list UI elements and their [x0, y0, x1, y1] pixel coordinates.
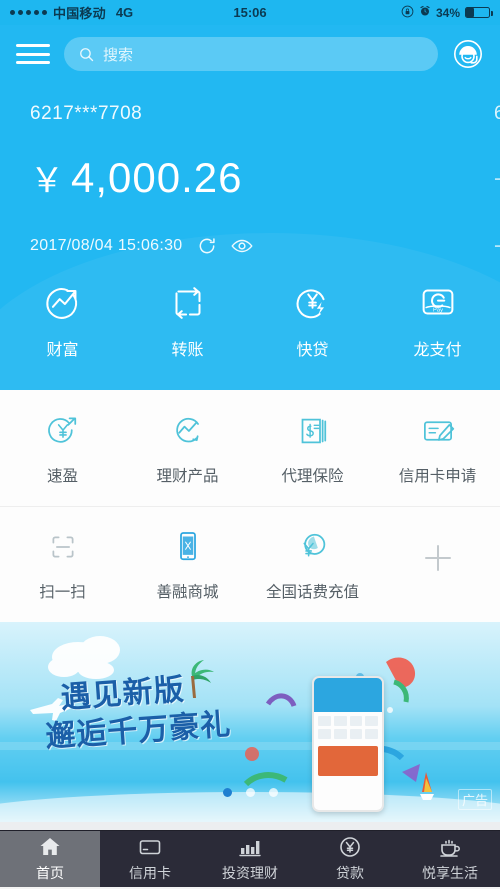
- quick-loan-icon: [290, 280, 336, 326]
- carousel-dot-2[interactable]: [245, 788, 255, 797]
- tab-loan[interactable]: 贷款: [300, 831, 400, 887]
- status-bar-right: 34%: [401, 5, 493, 21]
- search-placeholder: 搜索: [103, 46, 134, 64]
- credit-card-apply-icon: [417, 410, 459, 452]
- balance-amount: 4,000.26: [71, 154, 243, 201]
- tab-label: 投资理财: [222, 865, 278, 881]
- quick-action-label: 转账: [171, 342, 204, 359]
- banner-title: 遇见新版 邂逅千万豪礼: [44, 668, 233, 755]
- service-item-label: 信用卡申请: [398, 467, 477, 485]
- service-item-suying[interactable]: 速盈: [0, 410, 125, 486]
- status-bar: 中国移动 4G 15:06 34%: [0, 0, 500, 25]
- quick-action-transfer[interactable]: 转账: [125, 280, 250, 360]
- tab-lifestyle[interactable]: 悦享生活: [400, 831, 500, 887]
- account-panel: 6217***7708 ￥ 4,000.26 2017/08/04 15:06:3…: [0, 83, 500, 390]
- banner-carousel-dots[interactable]: [0, 788, 500, 797]
- lock-icon: [401, 5, 414, 21]
- search-input[interactable]: 搜索: [64, 37, 438, 71]
- service-grid-row: 扫一扫 善融商城 全国话费充值: [0, 505, 500, 623]
- customer-service-icon[interactable]: [452, 38, 484, 70]
- tab-home[interactable]: 首页: [0, 831, 100, 887]
- service-item-credit-card-apply[interactable]: 信用卡申请: [375, 410, 500, 486]
- banner-decoration-art-left: [243, 693, 297, 787]
- service-item-insurance[interactable]: 代理保险: [250, 410, 375, 486]
- insurance-icon: [292, 410, 334, 452]
- wealth-product-icon: [167, 410, 209, 452]
- quick-action-label: 财富: [46, 342, 79, 359]
- svg-text:Pay: Pay: [433, 308, 443, 314]
- long-pay-icon: Pay: [415, 280, 461, 326]
- balance-timestamp: 2017/08/04 15:06:30: [30, 237, 183, 254]
- currency-symbol: ￥: [30, 162, 65, 200]
- tab-label: 信用卡: [129, 865, 171, 881]
- shanrong-mall-icon: [167, 526, 209, 568]
- battery-icon: [465, 7, 493, 18]
- home-icon: [38, 835, 62, 859]
- quick-action-label: 龙支付: [413, 342, 462, 359]
- account-balance: ￥ 4,000.26: [30, 153, 450, 202]
- tab-label: 贷款: [336, 865, 364, 881]
- service-item-label: 速盈: [46, 467, 78, 485]
- refresh-icon[interactable]: [197, 236, 217, 256]
- quick-action-long-pay[interactable]: Pay 龙支付: [375, 280, 500, 360]
- next-card-timestamp: - -: [494, 232, 500, 258]
- scan-qr-icon: [42, 526, 84, 568]
- carousel-dot-3[interactable]: [268, 788, 278, 797]
- quick-actions-row: 财富 转账 快贷 Pay 龙支付: [0, 280, 500, 360]
- credit-card-icon: [138, 835, 162, 859]
- service-item-phone-recharge[interactable]: 全国话费充值: [250, 526, 375, 602]
- tab-credit-card[interactable]: 信用卡: [100, 831, 200, 887]
- service-item-label: 扫一扫: [39, 584, 86, 602]
- next-card-number: 622: [494, 103, 500, 124]
- service-grid: 速盈 理财产品 代理保险 信用卡申请 扫一扫 善融商城 全国话费充值: [0, 390, 500, 622]
- su-ying-icon: [42, 410, 84, 452]
- transfer-loop-icon: [165, 280, 211, 326]
- loan-yen-icon: [338, 835, 362, 859]
- investment-bars-icon: [238, 835, 262, 859]
- service-item-label: 善融商城: [156, 584, 219, 602]
- banner-title-line1: 遇见新版: [59, 672, 186, 716]
- eye-icon[interactable]: [230, 236, 253, 256]
- phone-recharge-icon: [292, 526, 334, 568]
- promo-banner[interactable]: 遇见新版 邂逅千万豪礼 广告: [0, 622, 500, 822]
- card-number: 6217***7708: [30, 103, 143, 124]
- alarm-icon: [419, 5, 431, 20]
- wealth-trend-icon: [40, 280, 86, 326]
- quick-action-wealth[interactable]: 财富: [0, 280, 125, 360]
- next-card-balance: - -: [494, 165, 500, 190]
- bottom-spacer: [0, 822, 500, 830]
- account-meta: 2017/08/04 15:06:30: [30, 236, 450, 256]
- ad-label: 广告: [457, 789, 492, 810]
- service-item-wealth-product[interactable]: 理财产品: [125, 410, 250, 486]
- service-item-label: 理财产品: [156, 467, 219, 485]
- quick-action-label: 快贷: [296, 342, 329, 359]
- lifestyle-cup-icon: [438, 835, 462, 859]
- add-plus-icon: [421, 541, 455, 575]
- service-item-label: 代理保险: [281, 467, 344, 485]
- service-item-scan[interactable]: 扫一扫: [0, 526, 125, 602]
- account-card-next[interactable]: 622 - - - -: [480, 83, 500, 258]
- battery-percent-label: 34%: [435, 5, 460, 20]
- app-root: 中国移动 4G 15:06 34% 搜索 6217***7708 ￥ 4,000…: [0, 0, 500, 889]
- search-icon: [80, 47, 94, 61]
- tab-label: 首页: [36, 865, 64, 881]
- service-item-add[interactable]: [375, 541, 500, 587]
- hamburger-menu-icon[interactable]: [16, 42, 50, 66]
- tab-investment[interactable]: 投资理财: [200, 831, 300, 887]
- service-item-label: 全国话费充值: [265, 584, 359, 602]
- account-card[interactable]: 6217***7708 ￥ 4,000.26 2017/08/04 15:06:3…: [0, 83, 480, 258]
- carousel-dot-1[interactable]: [222, 788, 232, 797]
- service-item-shanrong-mall[interactable]: 善融商城: [125, 526, 250, 602]
- app-header: 搜索: [0, 25, 500, 83]
- service-grid-row: 速盈 理财产品 代理保险 信用卡申请: [0, 390, 500, 506]
- tab-label: 悦享生活: [422, 865, 478, 881]
- account-card-carousel[interactable]: 6217***7708 ￥ 4,000.26 2017/08/04 15:06:3…: [0, 83, 500, 258]
- quick-action-quick-loan[interactable]: 快贷: [250, 280, 375, 360]
- bottom-tab-bar: 首页 信用卡 投资理财 贷款 悦享生活: [0, 830, 500, 887]
